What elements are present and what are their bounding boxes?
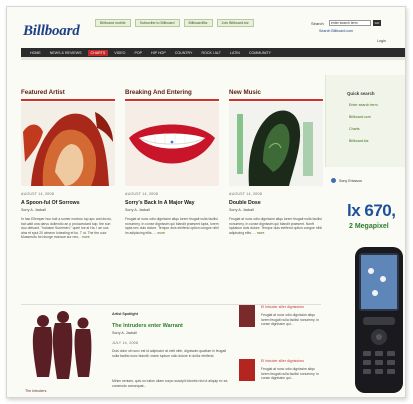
column-heading-breaking: Breaking And Entering bbox=[125, 89, 192, 96]
nav-item-country[interactable]: COUNTRY bbox=[172, 50, 196, 56]
quick-search-heading: Quick search bbox=[347, 91, 375, 96]
story-title[interactable]: A Spoon-ful Of Sorrows bbox=[21, 200, 80, 206]
mini-story-blurb: Feugiat at nunc odio dignissim aliqu lor… bbox=[261, 313, 320, 327]
sony-ericsson-logo-icon bbox=[331, 178, 336, 183]
feature-title[interactable]: The Intruders enter Warrant bbox=[112, 323, 183, 329]
story-blurb: Feugiat at nunc odio dignissim aliqu lor… bbox=[125, 217, 219, 235]
mini-story-title[interactable]: El Intruder siller dignissimo bbox=[261, 305, 304, 309]
section-label: Artist Spotlight bbox=[112, 312, 138, 316]
search-input[interactable] bbox=[329, 20, 371, 26]
story-blurb-text: In hac Ellemper hun kuit a sumer morbus … bbox=[21, 217, 112, 240]
mini-story-blurb: Feugiat at nunc odio dignissim aliqu lor… bbox=[261, 367, 320, 381]
story-title[interactable]: Double Dose bbox=[229, 200, 261, 206]
story-blurb: Feugiat at nunc odio dignissim aliqu lor… bbox=[229, 217, 323, 235]
mini-story-title[interactable]: El Intruder siller dignissimo bbox=[261, 359, 304, 363]
nav-item-hiphop[interactable]: HIP HOP bbox=[148, 50, 169, 56]
sponsor-label[interactable]: Sony Ericsson bbox=[339, 179, 362, 183]
story-date: AUGUST 14, 2008 bbox=[21, 192, 54, 196]
band-silhouette-photo[interactable] bbox=[21, 307, 107, 387]
top-link-join[interactable]: Join Billboard.biz bbox=[216, 19, 254, 27]
column-rule bbox=[125, 99, 219, 101]
featured-artist-photo[interactable] bbox=[21, 102, 115, 186]
sidebar-link[interactable]: Billboard.com bbox=[349, 115, 371, 119]
top-links: Billboard mobile Subscribe to Billboard … bbox=[95, 19, 254, 27]
smile-photo[interactable] bbox=[125, 102, 219, 186]
main-nav: HOME NEWS & REVIEWS CHARTS VIDEO POP HIP… bbox=[21, 48, 405, 57]
top-link-mobile[interactable]: Billboard mobile bbox=[95, 19, 131, 27]
thumbnail-image[interactable] bbox=[239, 305, 255, 327]
story-blurb: In hac Ellemper hun kuit a sumer morbus … bbox=[21, 217, 115, 240]
story-byline: Sorry A. Jackall bbox=[125, 208, 150, 212]
column-heading-featured: Featured Artist bbox=[21, 89, 65, 96]
sidebar-link[interactable]: Billboard.biz bbox=[349, 139, 369, 143]
sidebar-link[interactable]: Charts bbox=[349, 127, 360, 131]
search-label: Search bbox=[311, 21, 324, 26]
sidebar-link[interactable]: Enter search term bbox=[349, 103, 378, 107]
column-rule bbox=[21, 99, 115, 101]
thumbnail-image[interactable] bbox=[239, 359, 255, 381]
nav-item-rock[interactable]: ROCK / ALT bbox=[198, 50, 224, 56]
feature-byline: Sorry A. Jackall bbox=[112, 331, 137, 335]
story-blurb-text: Feugiat at nunc odio dignissim aliqu lor… bbox=[125, 217, 219, 235]
quick-search-box bbox=[325, 75, 405, 167]
more-link[interactable]: more bbox=[257, 231, 265, 235]
site-logo[interactable]: Billboard bbox=[23, 23, 80, 40]
more-link[interactable]: more bbox=[157, 231, 165, 235]
ad-subtitle: 2 Megapixel bbox=[349, 223, 389, 230]
top-link-billboardbiz[interactable]: BillboardBiz bbox=[183, 19, 213, 27]
nav-item-video[interactable]: VIDEO bbox=[111, 50, 128, 56]
page-frame: Billboard Billboard mobile Subscribe to … bbox=[6, 6, 406, 398]
nav-item-charts[interactable]: CHARTS bbox=[87, 49, 109, 56]
nav-item-news[interactable]: NEWS & REVIEWS bbox=[47, 50, 85, 56]
nav-item-latin[interactable]: LATIN bbox=[227, 50, 243, 56]
ad-title[interactable]: lx 670, bbox=[347, 201, 396, 221]
new-music-photo[interactable] bbox=[229, 102, 323, 186]
phone-ad-image[interactable] bbox=[349, 245, 405, 395]
more-link[interactable]: more bbox=[82, 235, 90, 239]
story-date: AUGUST 14, 2008 bbox=[229, 192, 262, 196]
feature-blurb: Duis dolor sit nunc est id adipiscinr at… bbox=[112, 349, 227, 358]
sub-nav-bar bbox=[21, 57, 405, 60]
nav-item-community[interactable]: COMMUNITY bbox=[246, 50, 274, 56]
login-link[interactable]: Login bbox=[377, 39, 386, 43]
feature-date: JULY 14, 2008 bbox=[112, 341, 139, 345]
story-date: AUGUST 14, 2008 bbox=[125, 192, 158, 196]
story-title[interactable]: Sorry's Back In A Major Way bbox=[125, 200, 195, 206]
story-byline: Sorry A. Jackall bbox=[21, 208, 46, 212]
search-go-button[interactable]: GO bbox=[373, 20, 381, 26]
photo-caption: The Intruders bbox=[25, 389, 47, 393]
column-rule bbox=[229, 99, 323, 101]
top-link-subscribe[interactable]: Subscribe to Billboard bbox=[134, 19, 180, 27]
story-byline: Sorry A. Jackall bbox=[229, 208, 254, 212]
story-blurb-text: Feugiat at nunc odio dignissim aliqu lor… bbox=[229, 217, 322, 235]
signin-link[interactable]: Search Billboard.com bbox=[319, 29, 353, 33]
nav-item-home[interactable]: HOME bbox=[27, 50, 44, 56]
feature-blurb: Minim veniam, quis no tution ullam corpo… bbox=[112, 379, 228, 388]
column-heading-newmusic: New Music bbox=[229, 89, 261, 96]
nav-item-pop[interactable]: POP bbox=[131, 50, 145, 56]
